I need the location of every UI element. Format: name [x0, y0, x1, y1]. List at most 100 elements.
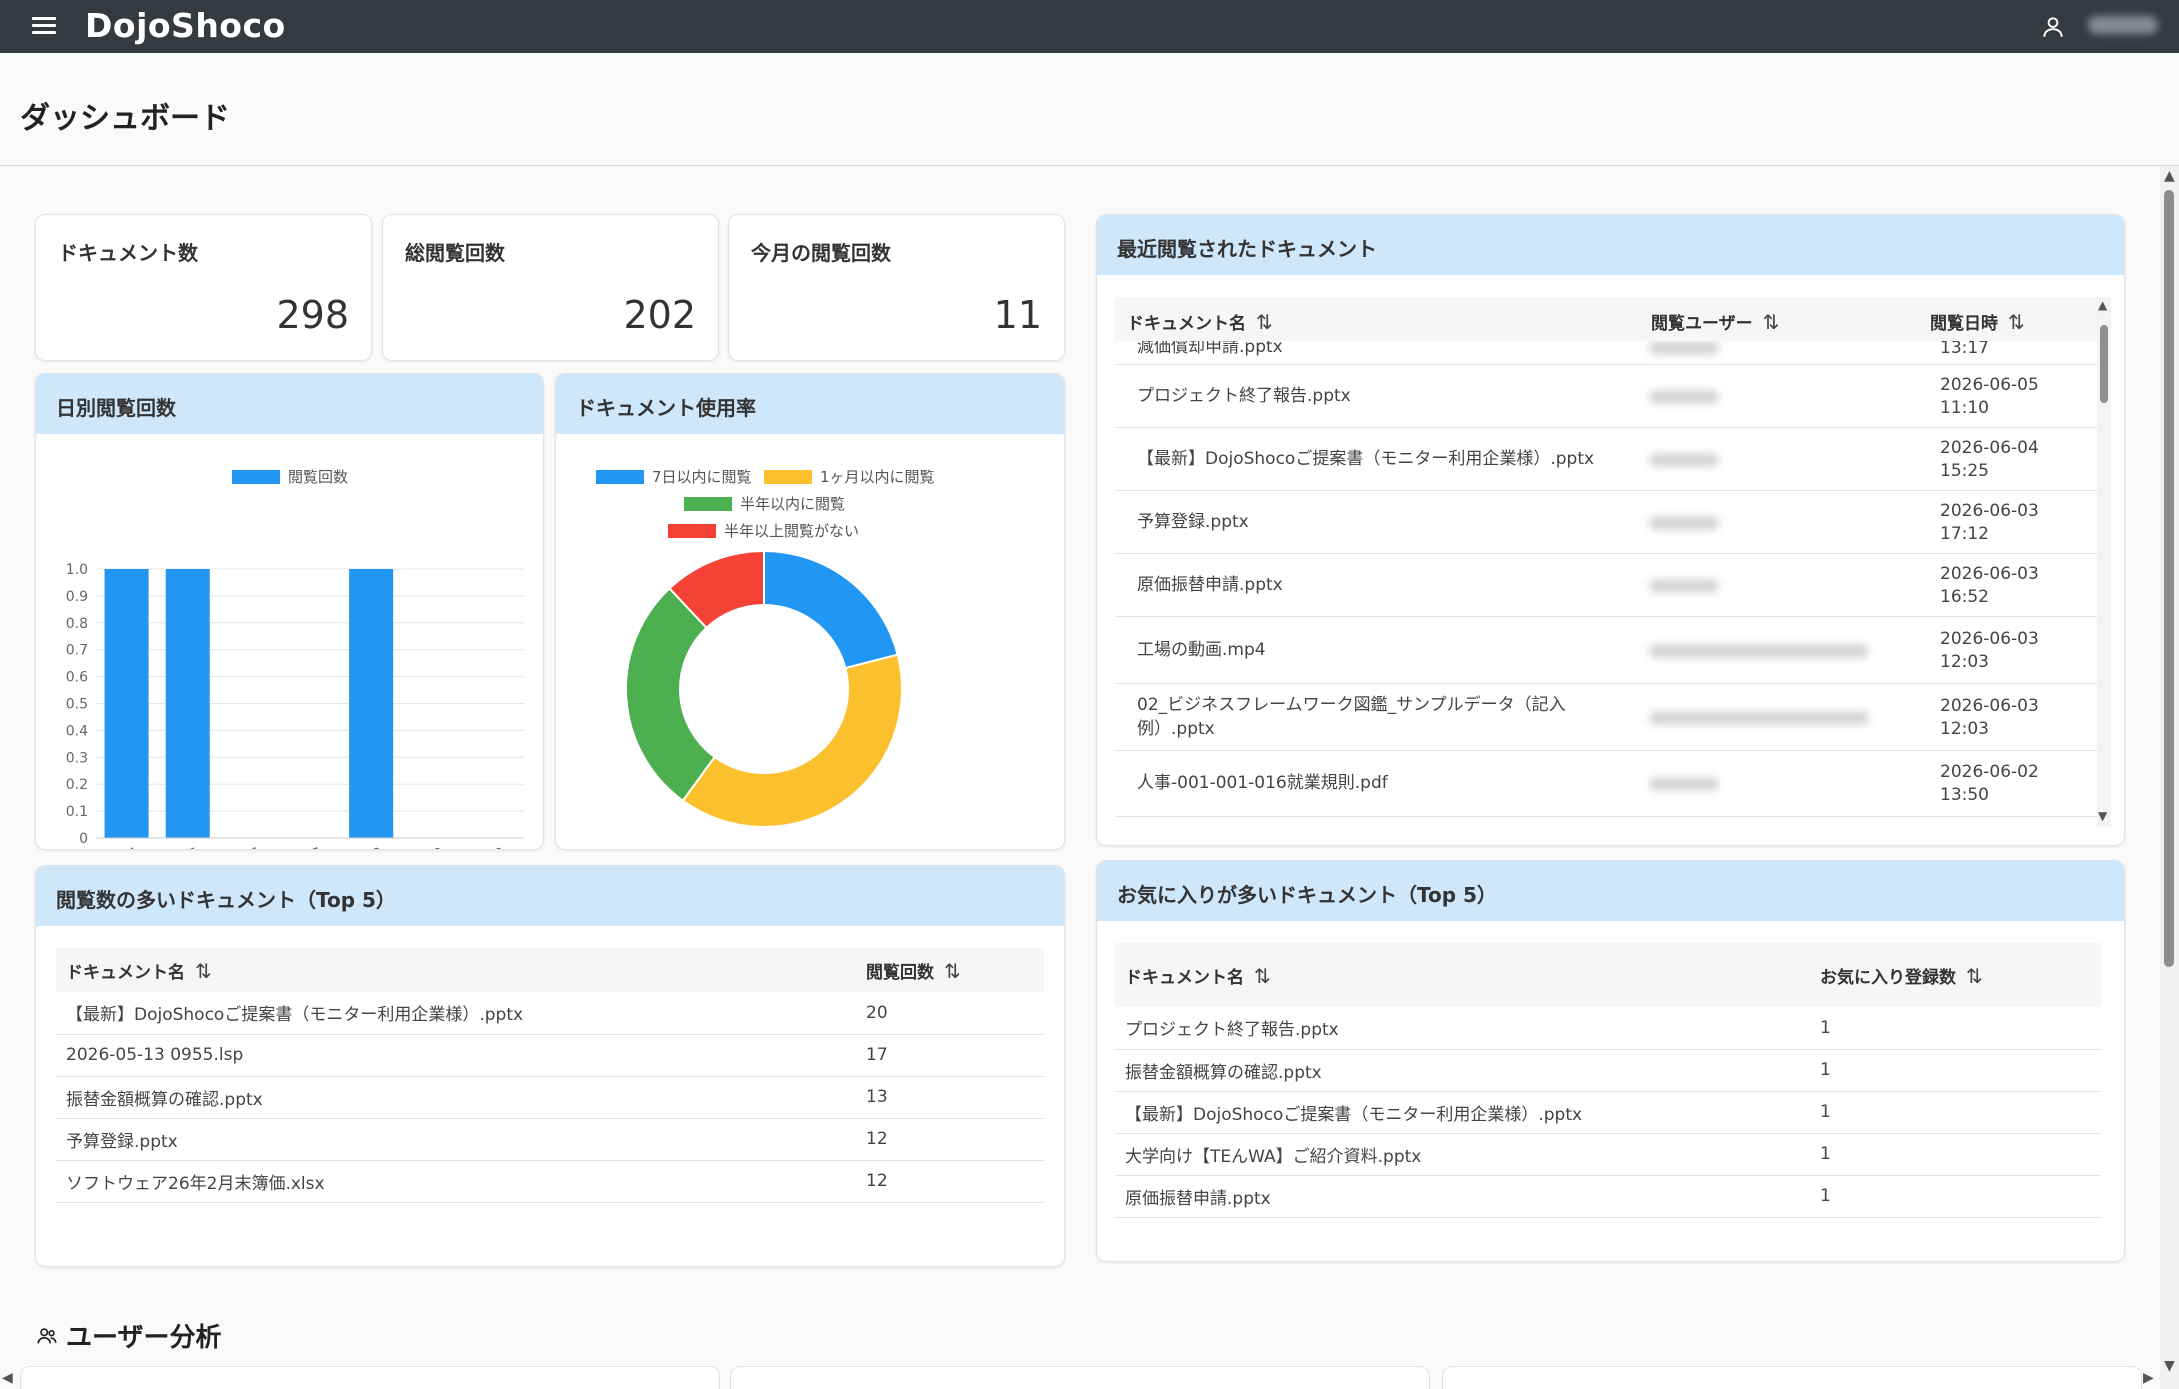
- table-row[interactable]: 人事-001-001-016就業規則.pdf 2026-06-02 13:50: [1115, 751, 2097, 817]
- recent-scroll-thumb[interactable]: [2100, 325, 2108, 403]
- table-row[interactable]: 予算登録.pptx 12: [56, 1118, 1044, 1161]
- table-row[interactable]: プロジェクト終了報告.pptx 2026-06-05 11:10: [1115, 365, 2097, 428]
- document-name[interactable]: 原価振替申請.pptx: [1115, 1175, 1810, 1218]
- brand-logo[interactable]: DojoShoco: [85, 6, 286, 45]
- table-row[interactable]: 大学向け【TEんWA】ご紹介資料.pptx 1: [1115, 1133, 2101, 1176]
- column-header-favorites[interactable]: お気に入り登録数 ⇅: [1810, 943, 2101, 1007]
- daily-views-bar-chart: 1.0 0.9 0.8 0.7 0.6 0.5 0.4 0.3 0.2 0.1 02026-06-0…: [59, 562, 524, 849]
- legend-item-half-year[interactable]: 半年以内に閲覧: [684, 493, 845, 514]
- top-viewed-table: ドキュメント名 ⇅ 閲覧回数 ⇅ 【最新】DojoShocoご提案書（モニター利用企…: [56, 948, 1044, 1203]
- document-name[interactable]: プロジェクト終了報告.pptx: [1137, 365, 1617, 428]
- hamburger-icon[interactable]: [32, 17, 56, 35]
- table-row[interactable]: 減価償却申請.pptx 13:17: [1115, 341, 2097, 365]
- table-row[interactable]: 02_ビジネスフレームワーク図鑑_サンプルデータ（記入例）.pptx 2026-0…: [1115, 684, 2097, 751]
- y-tick-label: 0.7: [66, 643, 88, 659]
- stat-label: ドキュメント数: [58, 241, 198, 265]
- document-name[interactable]: 人事-001-001-016就業規則.pdf: [1137, 751, 1617, 817]
- document-name[interactable]: 工場の動画.mp4: [1137, 617, 1617, 684]
- table-row[interactable]: プロジェクト終了報告.pptx 1: [1115, 1007, 2101, 1050]
- document-name[interactable]: 原価振替申請.pptx: [1137, 554, 1617, 617]
- card-header: 閲覧数の多いドキュメント（Top 5）: [36, 866, 1064, 926]
- user-icon[interactable]: [2040, 14, 2066, 40]
- document-name[interactable]: 振替金額概算の確認.pptx: [56, 1076, 856, 1119]
- document-name[interactable]: 【最新】DojoShocoご提案書（モニター利用企業様）.pptx: [1115, 1091, 1810, 1134]
- page-scroll-up[interactable]: ▲: [2164, 168, 2175, 184]
- section-title: ユーザー分析: [66, 1323, 222, 1353]
- legend-label: 1ヶ月以内に閲覧: [820, 468, 935, 486]
- y-tick-label: 1.0: [66, 562, 88, 578]
- sort-icon[interactable]: ⇅: [1254, 964, 1271, 988]
- sort-icon[interactable]: ⇅: [1763, 310, 1780, 334]
- sort-icon[interactable]: ⇅: [1256, 310, 1273, 334]
- viewer-name: [1649, 617, 1889, 684]
- document-name[interactable]: 02_ビジネスフレームワーク図鑑_サンプルデータ（記入例）.pptx: [1137, 684, 1617, 751]
- view-count: 12: [856, 1160, 1044, 1203]
- legend-label: 半年以内に閲覧: [740, 495, 846, 513]
- column-header-count[interactable]: 閲覧回数 ⇅: [856, 948, 1044, 992]
- legend-item-1month[interactable]: 1ヶ月以内に閲覧: [764, 466, 935, 487]
- recent-table-body: 減価償却申請.pptx 13:17 プロジェクト終了報告.pptx 2026-06-0…: [1115, 341, 2097, 831]
- page-scroll-thumb[interactable]: [2164, 190, 2174, 967]
- document-name[interactable]: 予算登録.pptx: [56, 1118, 856, 1161]
- view-count: 13: [856, 1076, 1044, 1119]
- table-row[interactable]: 予算登録.pptx 2026-06-03 17:12: [1115, 491, 2097, 554]
- redacted-user: [1649, 643, 1869, 658]
- page-scroll-down[interactable]: ▼: [2164, 1358, 2175, 1374]
- table-row[interactable]: ソフトウェア26年2月末簿価.xlsx 12: [56, 1160, 1044, 1203]
- user-card-3: [1442, 1366, 2142, 1389]
- stat-card-month-views: 今月の閲覧回数 11: [728, 214, 1065, 361]
- document-name[interactable]: 振替金額概算の確認.pptx: [1115, 1049, 1810, 1092]
- sort-icon[interactable]: ⇅: [944, 959, 961, 983]
- scroll-down-arrow[interactable]: ▼: [2098, 809, 2107, 823]
- scroll-up-arrow[interactable]: ▲: [2098, 298, 2107, 312]
- view-datetime: 2026-06-03 12:03: [1940, 628, 2039, 672]
- stat-label: 今月の閲覧回数: [751, 241, 891, 265]
- table-row[interactable]: 【最新】DojoShocoご提案書（モニター利用企業様）.pptx 1: [1115, 1091, 2101, 1134]
- document-name[interactable]: 大学向け【TEんWA】ご紹介資料.pptx: [1115, 1133, 1810, 1176]
- column-header-date[interactable]: 閲覧日時 ⇅: [1930, 309, 2025, 334]
- sort-icon[interactable]: ⇅: [195, 959, 212, 983]
- table-row[interactable]: 【最新】DojoShocoご提案書（モニター利用企業様）.pptx 2026-06…: [1115, 428, 2097, 491]
- view-datetime: 2026-06-05 11:10: [1940, 374, 2039, 418]
- table-row[interactable]: 原価振替申請.pptx 1: [1115, 1175, 2101, 1218]
- column-header-name[interactable]: ドキュメント名 ⇅: [1127, 309, 1273, 334]
- y-tick-label: 0.4: [66, 723, 88, 739]
- favorite-count: 1: [1810, 1049, 2101, 1092]
- document-name[interactable]: ソフトウェア26年2月末簿価.xlsx: [56, 1160, 856, 1203]
- table-row[interactable]: 工場の動画.mp4 2026-06-03 12:03: [1115, 617, 2097, 684]
- document-name[interactable]: 【最新】DojoShocoご提案書（モニター利用企業様）.pptx: [56, 992, 856, 1035]
- legend-item-no-view[interactable]: 半年以上閲覧がない: [668, 520, 859, 541]
- document-name[interactable]: 予算登録.pptx: [1137, 491, 1617, 554]
- usage-donut-chart: [625, 549, 903, 828]
- page-title: ダッシュボード: [20, 101, 230, 136]
- y-tick-label: 0.1: [66, 804, 88, 820]
- page-scroll-left[interactable]: ◀: [2, 1370, 13, 1386]
- legend-label: 7日以内に閲覧: [652, 468, 752, 486]
- document-name[interactable]: 減価償却申請.pptx: [1137, 341, 1617, 365]
- user-name[interactable]: [2088, 16, 2158, 34]
- viewer-name: [1649, 684, 1889, 751]
- table-row[interactable]: 振替金額概算の確認.pptx 1: [1115, 1049, 2101, 1092]
- sort-icon[interactable]: ⇅: [1966, 964, 1983, 988]
- legend-item-7days[interactable]: 7日以内に閲覧: [596, 466, 752, 487]
- table-row[interactable]: 2026-05-13 0955.lsp 17: [56, 1034, 1044, 1077]
- column-header-name[interactable]: ドキュメント名 ⇅: [56, 948, 856, 992]
- document-name[interactable]: プロジェクト終了報告.pptx: [1115, 1007, 1810, 1050]
- table-row[interactable]: 【最新】DojoShocoご提案書（モニター利用企業様）.pptx 20: [56, 992, 1044, 1035]
- card-title: お気に入りが多いドキュメント（Top 5）: [1117, 883, 1497, 907]
- y-tick-label: 0.9: [66, 589, 88, 605]
- document-name[interactable]: 【最新】DojoShocoご提案書（モニター利用企業様）.pptx: [1137, 428, 1617, 491]
- document-name[interactable]: 2026-05-13 0955.lsp: [56, 1034, 856, 1077]
- table-row[interactable]: 振替金額概算の確認.pptx 13: [56, 1076, 1044, 1119]
- column-header-user[interactable]: 閲覧ユーザー ⇅: [1651, 309, 1779, 334]
- user-card-2: [730, 1366, 1430, 1389]
- top-favorites-card: お気に入りが多いドキュメント（Top 5） ドキュメント名 ⇅ お気に入り登録数 ⇅…: [1096, 860, 2125, 1262]
- sort-icon[interactable]: ⇅: [2008, 310, 2025, 334]
- card-title: 日別閲覧回数: [56, 396, 176, 420]
- page-scroll-right[interactable]: ▶: [2143, 1370, 2154, 1386]
- table-row[interactable]: 原価振替申請.pptx 2026-06-03 16:52: [1115, 554, 2097, 617]
- column-header-name[interactable]: ドキュメント名 ⇅: [1115, 943, 1810, 1007]
- user-analysis-heading: ユーザー分析: [36, 1317, 221, 1354]
- recent-table-wrapper[interactable]: ドキュメント名 ⇅ 閲覧ユーザー ⇅ 閲覧日時 ⇅ 減価償却申請.pptx 13:17 プ…: [1115, 297, 2097, 831]
- card-header: 最近閲覧されたドキュメント: [1097, 215, 2124, 275]
